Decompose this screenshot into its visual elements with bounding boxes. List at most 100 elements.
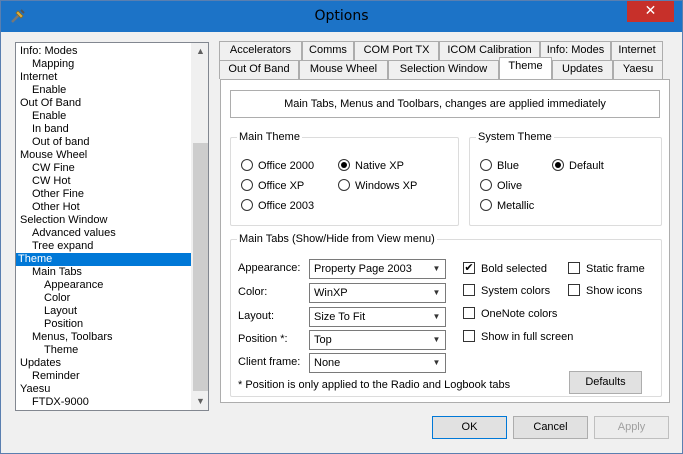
tree-item[interactable]: Out of band [30, 136, 92, 149]
theme-tab-panel: Main Tabs, Menus and Toolbars, changes a… [220, 79, 670, 403]
tab-internet[interactable]: Internet [611, 41, 663, 60]
tree-item[interactable]: Other Fine [30, 188, 86, 201]
ok-button[interactable]: OK [432, 416, 507, 439]
client-frame-select[interactable]: None ▼ [309, 353, 446, 373]
checkbox-label: System colors [481, 285, 551, 297]
radio-native-xp[interactable]: Native XP [338, 159, 404, 173]
tree-item[interactable]: Theme [42, 344, 80, 357]
radio-circle-icon [480, 159, 492, 172]
system-theme-title: System Theme [476, 131, 554, 143]
info-message: Main Tabs, Menus and Toolbars, changes a… [230, 90, 660, 118]
tree-item[interactable]: CW Fine [30, 162, 77, 175]
tree-item[interactable]: Color [42, 292, 72, 305]
onenote-colors-checkbox[interactable]: OneNote colors [463, 307, 557, 321]
chevron-down-icon: ▼ [432, 335, 441, 344]
show-icons-checkbox[interactable]: Show icons [568, 284, 642, 298]
layout-label: Layout: [238, 310, 275, 322]
options-window: Options ✕ Info: Modes Mapping Internet Enab… [0, 0, 683, 454]
radio-circle-icon [241, 159, 253, 172]
static-frame-checkbox[interactable]: Static frame [568, 262, 645, 276]
radio-olive[interactable]: Olive [480, 179, 522, 193]
position-select[interactable]: Top ▼ [309, 330, 446, 350]
tree-item[interactable]: Other Hot [30, 201, 82, 214]
scroll-thumb[interactable] [193, 143, 208, 391]
tree-item[interactable]: Layout [42, 305, 79, 318]
tree-item[interactable]: Yaesu [18, 383, 52, 396]
apply-button[interactable]: Apply [594, 416, 669, 439]
tab-mouse-wheel[interactable]: Mouse Wheel [299, 60, 388, 79]
tree-item[interactable]: CW Hot [30, 175, 73, 188]
tab-theme[interactable]: Theme [499, 57, 552, 79]
color-select[interactable]: WinXP ▼ [309, 283, 446, 303]
radio-office-xp[interactable]: Office XP [241, 179, 304, 193]
radio-label: Office 2000 [258, 160, 315, 172]
radio-label: Office XP [258, 180, 305, 192]
position-value: Top [314, 334, 332, 346]
show-full-screen-checkbox[interactable]: Show in full screen [463, 330, 573, 344]
tree-item[interactable]: Position [42, 318, 85, 331]
tree-item[interactable]: Out Of Band [18, 97, 83, 110]
checkmark-icon: ✔ [463, 262, 475, 275]
position-note: * Position is only applied to the Radio … [238, 379, 511, 391]
tree-item[interactable]: Appearance [42, 279, 105, 292]
system-theme-group: System Theme Blue Olive Metallic Default [469, 131, 662, 226]
layout-value: Size To Fit [314, 311, 366, 323]
tree-item[interactable]: Advanced values [30, 227, 118, 240]
tree-item[interactable]: Enable [30, 110, 68, 123]
layout-select[interactable]: Size To Fit ▼ [309, 307, 446, 327]
radio-windows-xp[interactable]: Windows XP [338, 179, 417, 193]
color-value: WinXP [314, 287, 348, 299]
radio-office-2003[interactable]: Office 2003 [241, 199, 314, 213]
tree-item[interactable]: In band [30, 123, 71, 136]
tree-item[interactable]: FTDX-9000 [30, 396, 91, 409]
scroll-down-icon[interactable]: ▼ [192, 393, 209, 410]
tab-selection-window[interactable]: Selection Window [388, 60, 499, 79]
tree-item[interactable]: Tree expand [30, 240, 95, 253]
checkbox-label: Bold selected [481, 263, 548, 275]
tab-updates[interactable]: Updates [552, 60, 613, 79]
tab-yaesu[interactable]: Yaesu [613, 60, 663, 79]
system-colors-checkbox[interactable]: System colors [463, 284, 550, 298]
options-tree[interactable]: Info: Modes Mapping Internet Enable Out Of B… [15, 42, 209, 411]
title-bar[interactable]: Options ✕ [1, 1, 682, 32]
tree-item[interactable]: Menus, Toolbars [30, 331, 115, 344]
appearance-select[interactable]: Property Page 2003 ▼ [309, 259, 446, 279]
chevron-down-icon: ▼ [432, 312, 441, 321]
tree-item[interactable]: Reminder [30, 370, 82, 383]
radio-metallic[interactable]: Metallic [480, 199, 534, 213]
tree-item[interactable]: Theme [16, 253, 192, 266]
radio-circle-icon [241, 179, 253, 192]
scroll-up-icon[interactable]: ▲ [192, 43, 209, 60]
tab-accelerators[interactable]: Accelerators [219, 41, 302, 60]
chevron-down-icon: ▼ [432, 288, 441, 297]
tab-comms[interactable]: Comms [302, 41, 354, 60]
tree-item[interactable]: Updates [18, 357, 63, 370]
tree-item[interactable]: Info: Modes [18, 45, 79, 58]
tab-com-port-tx[interactable]: COM Port TX [354, 41, 439, 60]
tree-item[interactable]: Enable [30, 84, 68, 97]
radio-circle-icon [338, 179, 350, 192]
radio-label: Default [569, 160, 604, 172]
checkbox-label: OneNote colors [481, 308, 558, 320]
tree-item[interactable]: Internet [18, 71, 59, 84]
tree-item[interactable]: Selection Window [18, 214, 109, 227]
defaults-button[interactable]: Defaults [569, 371, 642, 394]
checkbox-label: Static frame [586, 263, 645, 275]
tree-item[interactable]: Mapping [30, 58, 76, 71]
tree-item[interactable]: Main Tabs [30, 266, 84, 279]
cancel-button[interactable]: Cancel [513, 416, 588, 439]
tree-item[interactable]: Mouse Wheel [18, 149, 89, 162]
checkbox-empty-icon [568, 284, 580, 297]
tree-scrollbar[interactable]: ▲ ▼ [191, 43, 208, 410]
main-theme-title: Main Theme [237, 131, 302, 143]
bold-selected-checkbox[interactable]: ✔ Bold selected [463, 262, 547, 276]
radio-label: Native XP [355, 160, 404, 172]
radio-office-2000[interactable]: Office 2000 [241, 159, 314, 173]
radio-selected-icon [338, 159, 350, 172]
radio-default[interactable]: Default [552, 159, 604, 173]
dialog-client-area: Info: Modes Mapping Internet Enable Out Of B… [8, 32, 675, 447]
client-frame-label: Client frame: [238, 356, 301, 368]
tab-out-of-band[interactable]: Out Of Band [219, 60, 299, 79]
radio-blue[interactable]: Blue [480, 159, 519, 173]
close-button[interactable]: ✕ [627, 1, 674, 22]
